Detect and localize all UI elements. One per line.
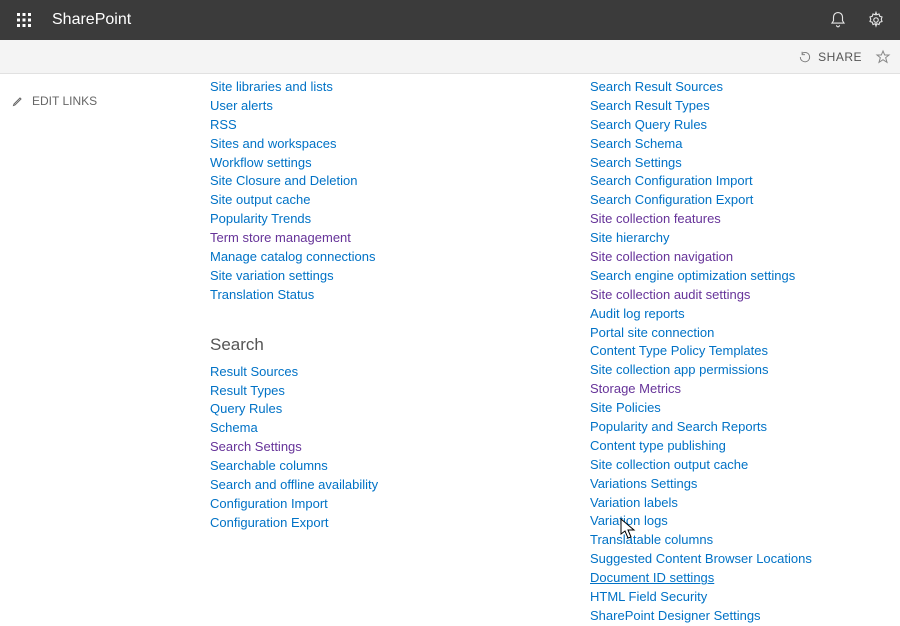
settings-link[interactable]: Searchable columns xyxy=(210,457,520,476)
settings-link[interactable]: Configuration Export xyxy=(210,514,520,533)
links-group-sitecollection: Search Result SourcesSearch Result Types… xyxy=(590,78,900,626)
settings-link[interactable]: Site Closure and Deletion xyxy=(210,172,520,191)
edit-links-button[interactable]: EDIT LINKS xyxy=(12,94,148,108)
settings-link[interactable]: Workflow settings xyxy=(210,154,520,173)
settings-column-1: Site libraries and listsUser alertsRSSSi… xyxy=(210,78,520,557)
settings-link[interactable]: Search Settings xyxy=(210,438,520,457)
settings-link[interactable]: Site collection output cache xyxy=(590,456,900,475)
suite-bar-right xyxy=(826,8,892,32)
settings-link[interactable]: Content Type Policy Templates xyxy=(590,342,900,361)
settings-link[interactable]: Document ID settings xyxy=(590,569,900,588)
settings-link[interactable]: RSS xyxy=(210,116,520,135)
settings-link[interactable]: Result Sources xyxy=(210,363,520,382)
settings-link[interactable]: Configuration Import xyxy=(210,495,520,514)
settings-link[interactable]: Suggested Content Browser Locations xyxy=(590,550,900,569)
settings-link[interactable]: Query Rules xyxy=(210,400,520,419)
group-heading-search: Search xyxy=(210,335,520,355)
share-button[interactable]: SHARE xyxy=(798,50,862,64)
settings-link[interactable]: Search Result Types xyxy=(590,97,900,116)
settings-link[interactable]: Sites and workspaces xyxy=(210,135,520,154)
settings-link[interactable]: Search Result Sources xyxy=(590,78,900,97)
settings-link[interactable]: Search Query Rules xyxy=(590,116,900,135)
left-nav: EDIT LINKS xyxy=(0,74,160,557)
settings-column-2: Search Result SourcesSearch Result Types… xyxy=(590,78,900,557)
settings-link[interactable]: Site libraries and lists xyxy=(210,78,520,97)
settings-link[interactable]: Schema xyxy=(210,419,520,438)
app-launcher-icon[interactable] xyxy=(8,4,40,36)
settings-link[interactable]: Content type publishing xyxy=(590,437,900,456)
settings-link[interactable]: SharePoint Designer Settings xyxy=(590,607,900,626)
gear-icon[interactable] xyxy=(864,8,888,32)
settings-link[interactable]: Audit log reports xyxy=(590,305,900,324)
settings-link[interactable]: Popularity and Search Reports xyxy=(590,418,900,437)
settings-link[interactable]: User alerts xyxy=(210,97,520,116)
settings-link[interactable]: Search Settings xyxy=(590,154,900,173)
settings-link[interactable]: Site variation settings xyxy=(210,267,520,286)
links-group-search: Search Result SourcesResult TypesQuery R… xyxy=(210,335,520,533)
settings-link[interactable]: Site Policies xyxy=(590,399,900,418)
settings-link[interactable]: Portal site connection xyxy=(590,324,900,343)
settings-link[interactable]: Variations Settings xyxy=(590,475,900,494)
settings-link[interactable]: Site output cache xyxy=(210,191,520,210)
settings-link[interactable]: Search and offline availability xyxy=(210,476,520,495)
settings-link[interactable]: Variation labels xyxy=(590,494,900,513)
share-label: SHARE xyxy=(818,50,862,64)
settings-link[interactable]: Manage catalog connections xyxy=(210,248,520,267)
action-bar: SHARE xyxy=(0,40,900,74)
settings-link[interactable]: Term store management xyxy=(210,229,520,248)
settings-link[interactable]: Search engine optimization settings xyxy=(590,267,900,286)
settings-link[interactable]: Search Configuration Export xyxy=(590,191,900,210)
settings-link[interactable]: Site collection navigation xyxy=(590,248,900,267)
edit-links-label: EDIT LINKS xyxy=(32,94,97,108)
links-group-siteadmin: Site libraries and listsUser alertsRSSSi… xyxy=(210,78,520,305)
settings-link[interactable]: Site collection audit settings xyxy=(590,286,900,305)
settings-main: Site libraries and listsUser alertsRSSSi… xyxy=(160,74,900,557)
follow-star-icon[interactable] xyxy=(874,48,892,66)
settings-link[interactable]: Storage Metrics xyxy=(590,380,900,399)
settings-link[interactable]: Site collection app permissions xyxy=(590,361,900,380)
settings-link[interactable]: Search Configuration Import xyxy=(590,172,900,191)
notifications-icon[interactable] xyxy=(826,8,850,32)
settings-link[interactable]: Translatable columns xyxy=(590,531,900,550)
settings-link[interactable]: Site collection features xyxy=(590,210,900,229)
settings-link[interactable]: Search Schema xyxy=(590,135,900,154)
brand-label: SharePoint xyxy=(52,11,131,29)
settings-link[interactable]: Result Types xyxy=(210,382,520,401)
settings-link[interactable]: Translation Status xyxy=(210,286,520,305)
settings-link[interactable]: HTML Field Security xyxy=(590,588,900,607)
settings-link[interactable]: Popularity Trends xyxy=(210,210,520,229)
settings-link[interactable]: Site hierarchy xyxy=(590,229,900,248)
settings-link[interactable]: Variation logs xyxy=(590,512,900,531)
page-content: EDIT LINKS Site libraries and listsUser … xyxy=(0,74,900,557)
suite-bar: SharePoint xyxy=(0,0,900,40)
